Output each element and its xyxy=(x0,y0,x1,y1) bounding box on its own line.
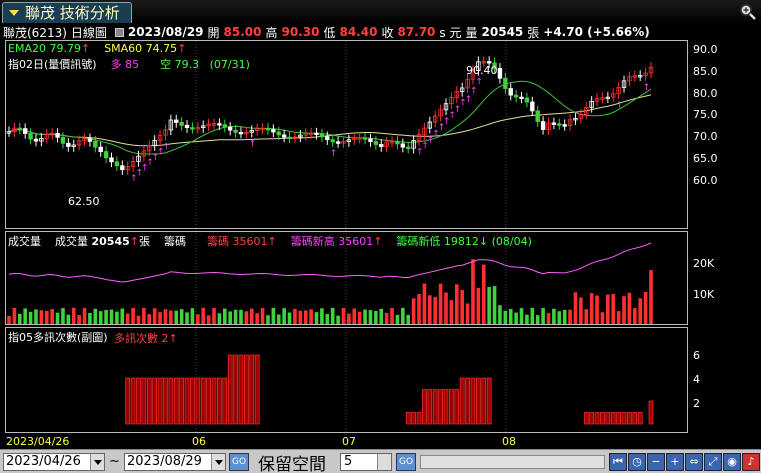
zoom-in-icon[interactable]: + xyxy=(666,453,684,471)
alert-icon[interactable]: ♪ xyxy=(742,453,760,471)
y-tick: 4 xyxy=(693,373,700,386)
ema-label: EMA20 xyxy=(8,42,46,55)
volume-title: 成交量 xyxy=(8,235,41,248)
camera-icon[interactable]: ◉ xyxy=(723,453,741,471)
x-axis: 2023/04/26 06 07 08 xyxy=(0,434,761,448)
fit-icon[interactable]: ⇔ xyxy=(685,453,703,471)
chip-high-value: 35601 xyxy=(338,235,374,248)
expand-icon[interactable]: ⤢ xyxy=(704,453,722,471)
x-tick: 06 xyxy=(192,435,206,448)
volume-unit: 張 xyxy=(139,235,150,248)
spinner-down-icon[interactable] xyxy=(377,462,391,470)
up-arrow-icon: ↑ xyxy=(129,235,139,248)
up-arrow-icon: ↑ xyxy=(177,42,187,55)
y-tick: 75.0 xyxy=(693,108,718,121)
count-value: 2 xyxy=(161,332,169,345)
chip-low-item: 籌碼新低 xyxy=(396,235,441,248)
bottom-toolbar: 2023/04/26 ~ 2023/08/29 GO 保留空間 5 GO ⏮ ◷… xyxy=(0,449,761,473)
low-mark: 62.50 xyxy=(68,195,100,208)
sma-value: 74.75 xyxy=(145,42,178,55)
x-tick: 2023/04/26 xyxy=(6,435,70,448)
short-label: 空 xyxy=(160,58,172,71)
up-arrow-icon: ↑ xyxy=(80,42,91,55)
chevron-down-icon[interactable] xyxy=(211,454,225,470)
count-value-legend: 多訊次數 2↑ xyxy=(114,330,178,346)
y-tick: 65.0 xyxy=(693,152,718,165)
chip-high-item: 籌碼新高 xyxy=(290,235,335,248)
y-tick: 20K xyxy=(693,257,715,270)
volume-legend: 成交量 成交量 20545↑張 籌碼 籌碼 35601↑ 籌碼新高 35601↑… xyxy=(8,233,532,249)
signal-legend: 指02日(量價訊號) 多 85 空 79.3 (07/31) xyxy=(8,56,250,72)
date-separator: ~ xyxy=(109,454,120,469)
chip-low-date: (08/04) xyxy=(491,235,532,248)
down-arrow-icon: ↓ xyxy=(478,235,489,248)
spinner-up-icon[interactable] xyxy=(377,454,391,462)
up-arrow-icon: ↑ xyxy=(168,332,178,345)
up-arrow-icon: ↑ xyxy=(373,235,383,248)
ma-legend: EMA20 79.79↑ SMA60 74.75↑ xyxy=(8,42,186,55)
x-tick: 08 xyxy=(502,435,516,448)
go-button-2[interactable]: GO xyxy=(396,453,416,471)
y-tick: 60.0 xyxy=(693,174,718,187)
volume-label: 成交量 xyxy=(55,235,88,248)
chevron-down-icon[interactable] xyxy=(90,454,104,470)
long-label: 多 xyxy=(110,58,122,71)
keep-space-value: 5 xyxy=(344,454,353,469)
go-button[interactable]: GO xyxy=(229,453,249,471)
signal-count-panel[interactable]: 指05多訊次數(副圖) 多訊次數 2↑ xyxy=(5,327,688,433)
keep-space-label: 保留空間 xyxy=(258,455,326,473)
x-tick: 07 xyxy=(342,435,356,448)
y-tick: 2 xyxy=(693,397,700,410)
scroll-slider[interactable] xyxy=(420,455,605,469)
long-value: 85 xyxy=(125,58,140,71)
ema-value: 79.79 xyxy=(49,42,81,55)
volume-value: 20545 xyxy=(91,235,130,248)
start-date-select[interactable]: 2023/04/26 xyxy=(3,453,105,471)
y-tick: 10K xyxy=(693,288,715,301)
price-panel[interactable]: EMA20 79.79↑ SMA60 74.75↑ 指02日(量價訊號) 多 8… xyxy=(5,40,688,229)
start-date-value: 2023/04/26 xyxy=(6,454,81,469)
zoom-out-icon[interactable]: − xyxy=(647,453,665,471)
up-arrow-icon: ↑ xyxy=(267,235,277,248)
chip-value: 35601 xyxy=(232,235,268,248)
first-icon[interactable]: ⏮ xyxy=(609,453,627,471)
chip-item: 籌碼 xyxy=(206,235,229,248)
short-value: 79.3 xyxy=(174,58,200,71)
count-label: 多訊次數 xyxy=(114,332,158,345)
indicator-name: 指02日(量價訊號) xyxy=(8,58,97,71)
count-legend: 指05多訊次數(副圖) xyxy=(8,329,108,345)
sma-label: SMA60 xyxy=(104,42,143,55)
clock-icon[interactable]: ◷ xyxy=(628,453,646,471)
y-tick: 70.0 xyxy=(693,130,718,143)
chip-label: 籌碼 xyxy=(164,235,186,248)
keep-space-spinner[interactable]: 5 xyxy=(340,453,392,471)
high-mark: 90.40 xyxy=(466,64,498,77)
y-tick: 6 xyxy=(693,349,700,362)
y-tick: 80.0 xyxy=(693,87,718,100)
chip-low-value: 19812 xyxy=(443,235,479,248)
indicator-name: 指05多訊次數(副圖) xyxy=(8,331,108,344)
end-date-value: 2023/08/29 xyxy=(127,454,202,469)
y-tick: 90.0 xyxy=(693,43,718,56)
short-date: (07/31) xyxy=(209,58,250,71)
y-tick: 85.0 xyxy=(693,65,718,78)
volume-panel[interactable]: 成交量 成交量 20545↑張 籌碼 籌碼 35601↑ 籌碼新高 35601↑… xyxy=(5,231,688,325)
end-date-select[interactable]: 2023/08/29 xyxy=(124,453,226,471)
